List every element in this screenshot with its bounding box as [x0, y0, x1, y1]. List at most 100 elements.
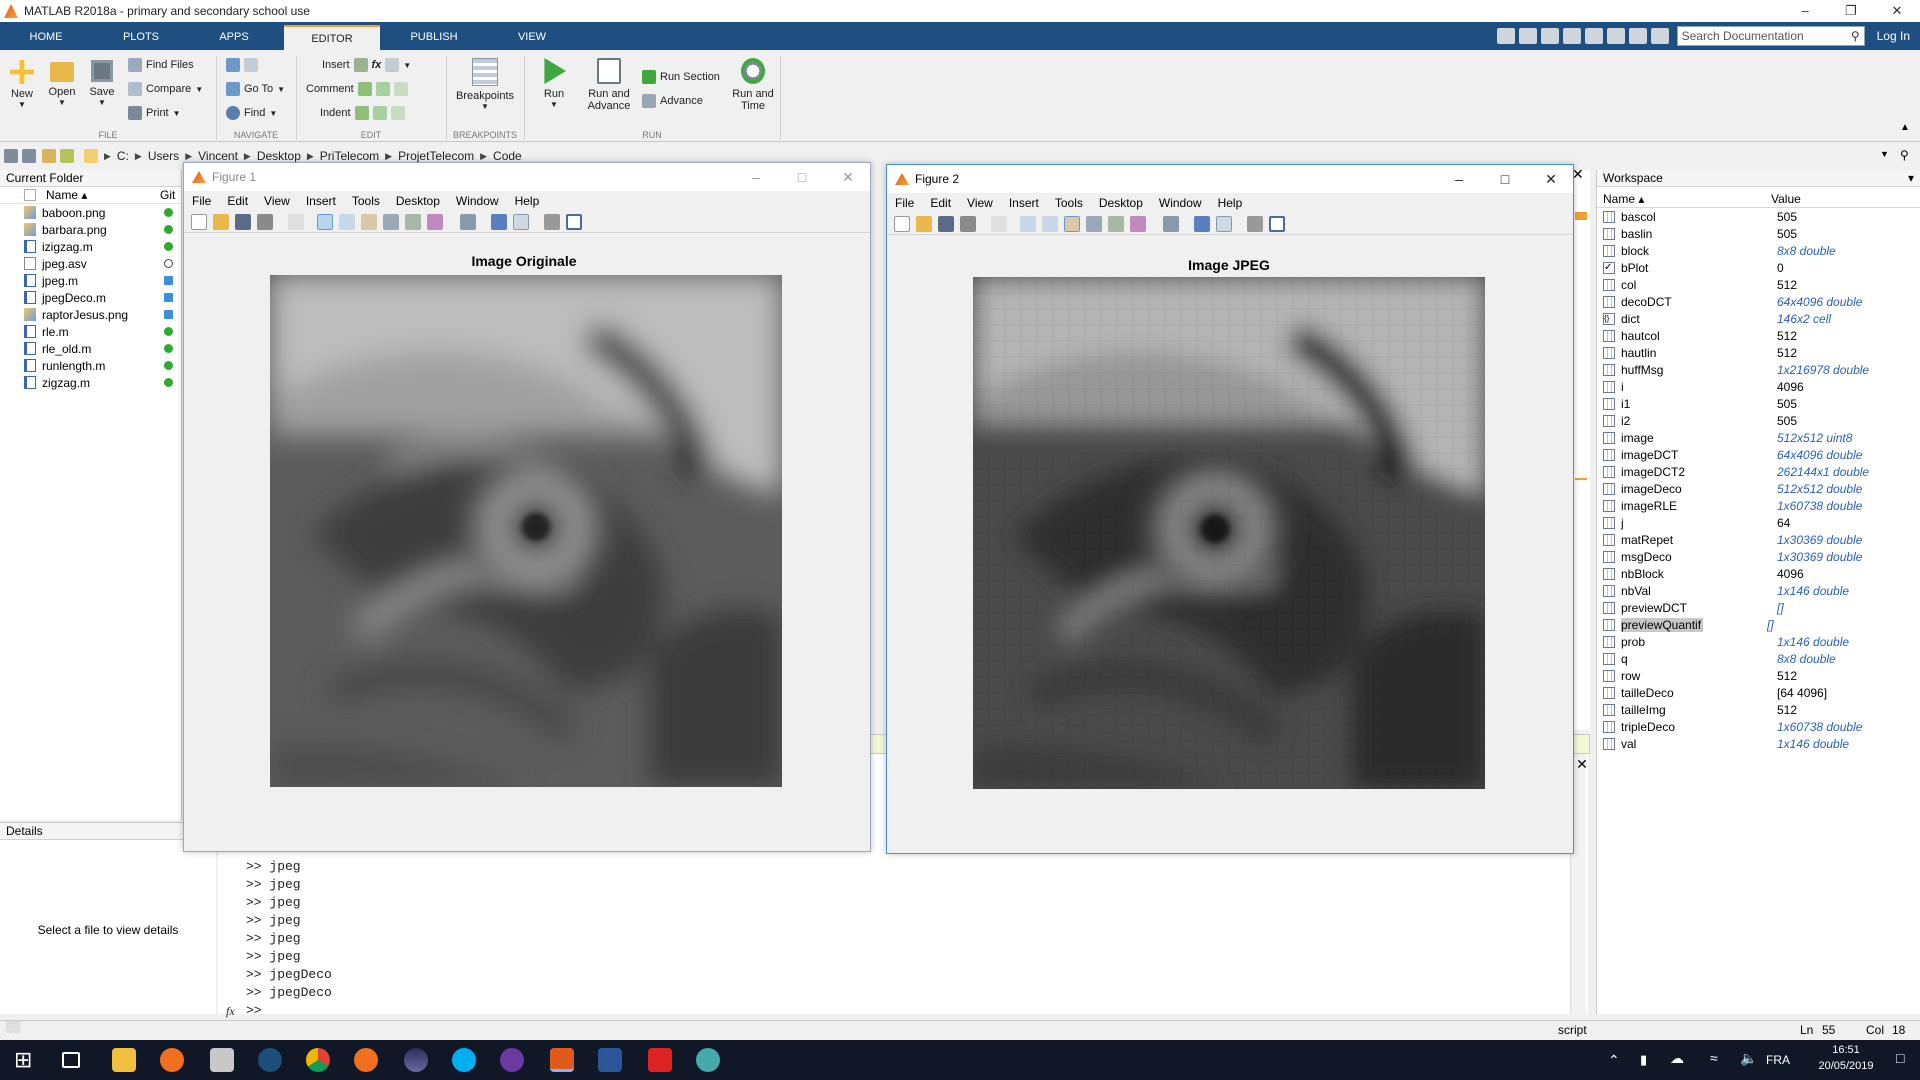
list-item[interactable]: raptorJesus.png	[0, 306, 181, 323]
edit-plot-cursor-icon[interactable]	[288, 213, 304, 230]
show-plot-tools-icon[interactable]	[1269, 215, 1285, 232]
insert-legend-icon[interactable]	[513, 213, 529, 230]
zoom-out-icon[interactable]	[1042, 215, 1058, 232]
editor-scrollbar[interactable]	[1572, 170, 1590, 730]
edit-plot-cursor-icon[interactable]	[991, 215, 1007, 232]
save-button[interactable]: Save ▼	[88, 60, 116, 107]
app-purple-icon[interactable]	[500, 1048, 524, 1072]
workspace-variable-row[interactable]: image 512x512 uint8	[1597, 429, 1920, 446]
workspace-variable-row[interactable]: block 8x8 double	[1597, 242, 1920, 259]
skype-icon[interactable]	[452, 1048, 476, 1072]
menu-desktop[interactable]: Desktop	[396, 194, 440, 208]
workspace-variable-row[interactable]: nbVal 1x146 double	[1597, 582, 1920, 599]
print-figure-icon[interactable]	[960, 215, 976, 232]
figure2-maximize-button[interactable]: □	[1483, 165, 1527, 193]
up-folder-icon[interactable]	[42, 149, 56, 163]
menu-edit[interactable]: Edit	[227, 194, 248, 208]
editor-warning-line[interactable]	[1575, 478, 1587, 480]
comment-button[interactable]: Comment	[306, 82, 408, 96]
redo-quick-icon[interactable]	[1606, 28, 1625, 44]
help-quick-icon[interactable]	[1650, 28, 1669, 44]
blender-icon[interactable]	[160, 1048, 184, 1072]
run-and-advance-button[interactable]: Run and Advance	[584, 58, 634, 112]
blender-alt-icon[interactable]	[354, 1048, 378, 1072]
workspace-variable-row[interactable]: hautcol 512	[1597, 327, 1920, 344]
workspace-variable-row[interactable]: imageDeco 512x512 double	[1597, 480, 1920, 497]
tab-apps[interactable]: APPS	[196, 25, 272, 50]
figure2-close-button[interactable]: ✕	[1529, 165, 1573, 193]
menu-view[interactable]: View	[264, 194, 290, 208]
path-segment-projet[interactable]: ProjetTelecom	[398, 149, 474, 163]
print-button[interactable]: Print ▼	[128, 106, 181, 120]
workspace-variable-row[interactable]: q 8x8 double	[1597, 650, 1920, 667]
workspace-variable-row[interactable]: imageDCT2 262144x1 double	[1597, 463, 1920, 480]
workspace-variable-row[interactable]: nbBlock 4096	[1597, 565, 1920, 582]
ws-name-column-header[interactable]: Name ▴	[1597, 192, 1771, 206]
insert-colorbar-icon[interactable]	[1194, 215, 1210, 232]
undo-quick-icon[interactable]	[1584, 28, 1603, 44]
list-item[interactable]: izigzag.m	[0, 238, 181, 255]
figure1-minimize-button[interactable]: –	[734, 163, 778, 191]
pan-hand-icon[interactable]	[361, 213, 377, 230]
tab-publish[interactable]: PUBLISH	[392, 25, 476, 50]
menu-edit[interactable]: Edit	[930, 196, 951, 210]
workspace-variable-row[interactable]: i2 505	[1597, 412, 1920, 429]
clock-date[interactable]: 20/05/2019	[1802, 1060, 1890, 1072]
workspace-variable-row[interactable]: msgDeco 1x30369 double	[1597, 548, 1920, 565]
menu-help[interactable]: Help	[1218, 196, 1243, 210]
new-figure-icon[interactable]	[894, 215, 910, 232]
fx-icon[interactable]: fx	[372, 59, 382, 71]
browse-folder-icon[interactable]	[60, 149, 74, 163]
acrobat-icon[interactable]	[648, 1048, 672, 1072]
new-button[interactable]: New ▼	[8, 60, 36, 109]
search-folder-icon[interactable]: ⚲	[1900, 148, 1909, 162]
search-documentation-input[interactable]: Search Documentation ⚲	[1676, 26, 1865, 46]
figure1-close-button[interactable]: ✕	[826, 163, 870, 191]
chrome-icon[interactable]	[306, 1048, 330, 1072]
list-item[interactable]: runlength.m	[0, 357, 181, 374]
workspace-variable-row[interactable]: i 4096	[1597, 378, 1920, 395]
paste-quick-icon[interactable]	[1562, 28, 1581, 44]
show-plot-tools-icon[interactable]	[566, 213, 582, 230]
workspace-variable-row[interactable]: ✓ bPlot 0	[1597, 259, 1920, 276]
menu-insert[interactable]: Insert	[1009, 196, 1039, 210]
switch-windows-icon[interactable]	[1628, 28, 1647, 44]
workspace-actions-icon[interactable]: ▾	[1908, 170, 1914, 187]
close-button[interactable]: ✕	[1874, 0, 1920, 22]
list-item[interactable]: rle_old.m	[0, 340, 181, 357]
back-icon[interactable]	[4, 149, 18, 163]
ws-value-column-header[interactable]: Value	[1771, 192, 1801, 206]
menu-desktop[interactable]: Desktop	[1099, 196, 1143, 210]
matlab-taskbar-icon[interactable]	[550, 1048, 574, 1072]
hide-plot-tools-icon[interactable]	[1247, 215, 1263, 232]
workspace-variable-row[interactable]: hautlin 512	[1597, 344, 1920, 361]
find-button[interactable]: Find ▼	[226, 106, 277, 120]
advance-button[interactable]: Advance	[642, 94, 703, 108]
brush-icon[interactable]	[427, 213, 443, 230]
editor-warning-marker[interactable]	[1575, 212, 1587, 220]
task-view-icon[interactable]	[62, 1052, 80, 1068]
link-plot-icon[interactable]	[1163, 215, 1179, 232]
workspace-variable-row[interactable]: previewQuantif []	[1597, 616, 1920, 633]
indent-button[interactable]: Indent	[320, 106, 405, 120]
paint-icon[interactable]	[696, 1048, 720, 1072]
data-cursor-icon[interactable]	[405, 213, 421, 230]
workspace-variable-row[interactable]: huffMsg 1x216978 double	[1597, 361, 1920, 378]
hide-plot-tools-icon[interactable]	[544, 213, 560, 230]
figure1-maximize-button[interactable]: □	[780, 163, 824, 191]
onedrive-icon[interactable]: ☁	[1670, 1050, 1684, 1067]
collapse-ribbon-icon[interactable]: ▲	[1900, 122, 1910, 133]
path-segment-pritelecom[interactable]: PriTelecom	[320, 149, 379, 163]
workspace-variable-row[interactable]: i1 505	[1597, 395, 1920, 412]
copy-quick-icon[interactable]	[1540, 28, 1559, 44]
run-button[interactable]: Run ▼	[536, 58, 572, 109]
rotate-3d-icon[interactable]	[383, 213, 399, 230]
keyboard-language[interactable]: FRA	[1766, 1053, 1790, 1067]
path-dropdown-icon[interactable]: ▼	[1880, 149, 1889, 159]
battery-icon[interactable]: ▮	[1640, 1052, 1647, 1068]
menu-window[interactable]: Window	[456, 194, 499, 208]
file-explorer-icon[interactable]	[112, 1048, 136, 1072]
app-icon[interactable]	[210, 1048, 234, 1072]
go-to-button[interactable]: Go To ▼	[226, 82, 285, 96]
workspace-variable-row[interactable]: decoDCT 64x4096 double	[1597, 293, 1920, 310]
